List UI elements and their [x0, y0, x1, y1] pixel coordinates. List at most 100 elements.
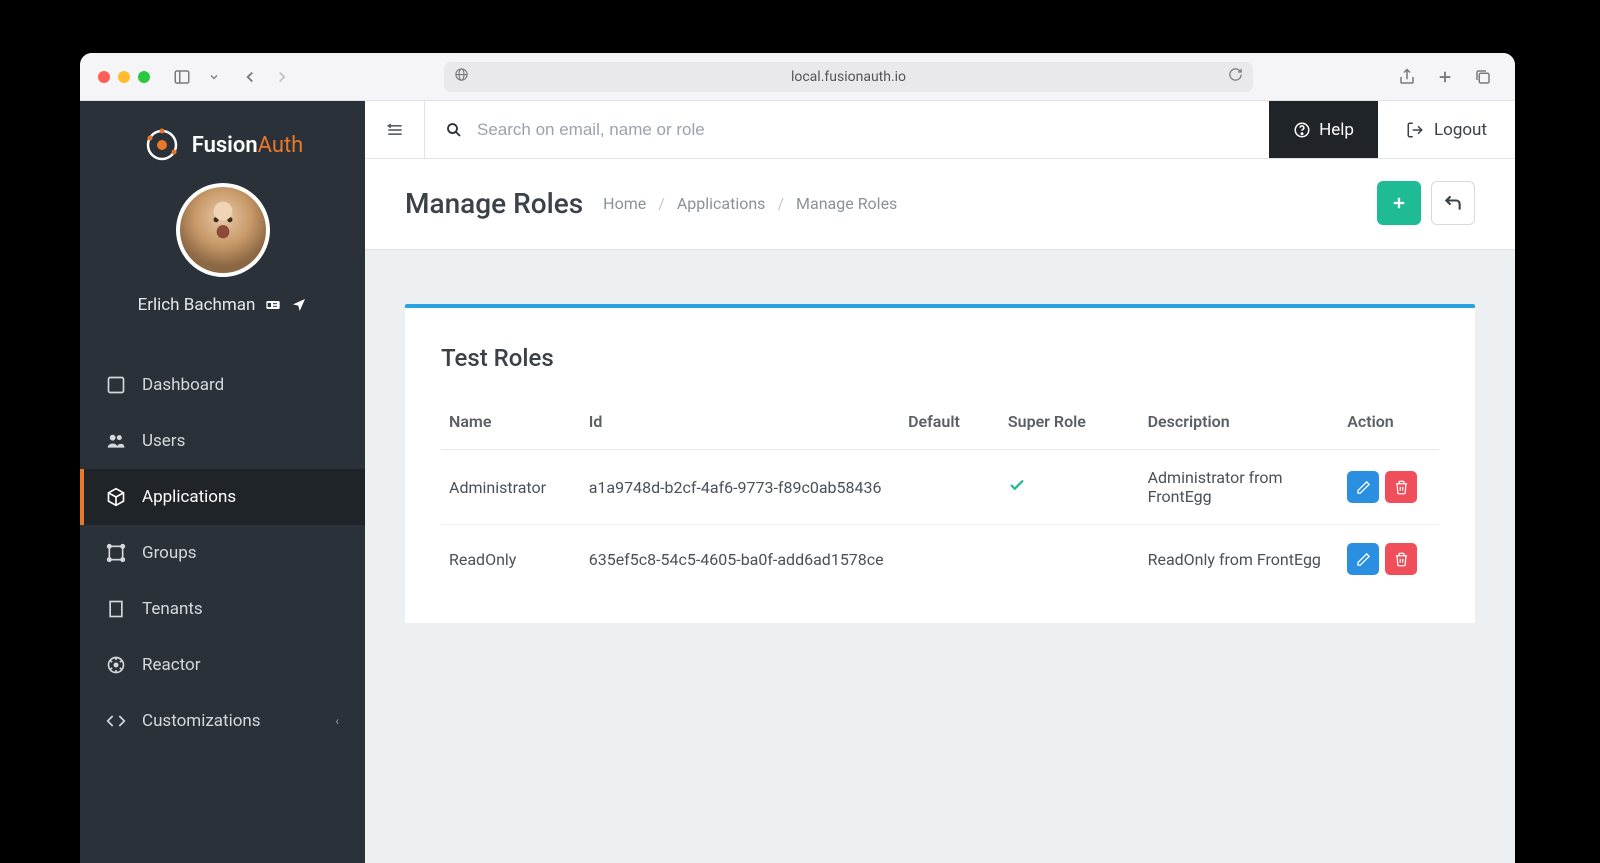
browser-window: local.fusionauth.io FusionAuth	[80, 53, 1515, 863]
help-icon	[1293, 121, 1311, 139]
add-button[interactable]	[1377, 181, 1421, 225]
edit-icon	[1356, 552, 1371, 567]
sidebar-item-users[interactable]: Users	[80, 413, 365, 469]
roles-card: Test Roles Name Id Default Super Role De…	[405, 304, 1475, 623]
cell-name: Administrator	[441, 450, 581, 525]
help-button[interactable]: Help	[1269, 101, 1378, 158]
breadcrumb-applications[interactable]: Applications	[677, 194, 766, 213]
col-super: Super Role	[1000, 400, 1140, 450]
search-wrap	[425, 120, 1269, 140]
delete-button[interactable]	[1385, 543, 1417, 575]
sidebar-collapse-button[interactable]	[365, 101, 425, 158]
sidebar-item-label: Reactor	[142, 655, 201, 675]
sidebar-item-label: Dashboard	[142, 375, 224, 395]
id-card-icon[interactable]	[265, 297, 281, 313]
close-window-icon[interactable]	[98, 71, 110, 83]
dashboard-icon	[106, 375, 126, 395]
undo-icon	[1443, 193, 1463, 213]
edit-icon	[1356, 480, 1371, 495]
tabs-icon[interactable]	[1469, 63, 1497, 91]
cell-desc: ReadOnly from FrontEgg	[1140, 525, 1340, 594]
cell-default	[900, 525, 1000, 594]
traffic-lights	[98, 71, 150, 83]
chevron-down-icon[interactable]	[200, 63, 228, 91]
app-root: FusionAuth Erlich Bachman Dashboard User…	[80, 101, 1515, 863]
back-button[interactable]	[1431, 181, 1475, 225]
users-icon	[106, 431, 126, 451]
sidebar-toggle-icon[interactable]	[168, 63, 196, 91]
help-label: Help	[1319, 120, 1354, 140]
sidebar-item-label: Groups	[142, 543, 197, 563]
logout-label: Logout	[1434, 120, 1487, 140]
header-actions	[1377, 181, 1475, 225]
nav: Dashboard Users Applications Groups Tena…	[80, 357, 365, 749]
cell-id: 635ef5c8-54c5-4605-ba0f-add6ad1578ce	[581, 525, 900, 594]
new-tab-icon[interactable]	[1431, 63, 1459, 91]
share-icon[interactable]	[1393, 63, 1421, 91]
sidebar-item-customizations[interactable]: Customizations ‹	[80, 693, 365, 749]
sidebar: FusionAuth Erlich Bachman Dashboard User…	[80, 101, 365, 863]
reactor-icon	[106, 655, 126, 675]
applications-icon	[106, 487, 126, 507]
cell-default	[900, 450, 1000, 525]
username-text: Erlich Bachman	[138, 295, 256, 315]
roles-table: Name Id Default Super Role Description A…	[441, 400, 1439, 593]
breadcrumb-home[interactable]: Home	[603, 194, 646, 213]
chevron-left-icon: ‹	[335, 714, 339, 728]
col-name: Name	[441, 400, 581, 450]
check-icon	[1008, 479, 1026, 498]
breadcrumb-separator: /	[658, 194, 665, 213]
sidebar-item-reactor[interactable]: Reactor	[80, 637, 365, 693]
edit-button[interactable]	[1347, 471, 1379, 503]
cell-name: ReadOnly	[441, 525, 581, 594]
col-desc: Description	[1140, 400, 1340, 450]
location-arrow-icon[interactable]	[291, 297, 307, 313]
search-icon	[445, 121, 463, 139]
sidebar-item-groups[interactable]: Groups	[80, 525, 365, 581]
cell-id: a1a9748d-b2cf-4af6-9773-f89c0ab58436	[581, 450, 900, 525]
nav-forward-icon[interactable]	[268, 63, 296, 91]
delete-button[interactable]	[1385, 471, 1417, 503]
col-id: Id	[581, 400, 900, 450]
table-row: Administrator a1a9748d-b2cf-4af6-9773-f8…	[441, 450, 1439, 525]
sidebar-item-label: Users	[142, 431, 185, 451]
logout-button[interactable]: Logout	[1378, 101, 1515, 158]
username: Erlich Bachman	[138, 295, 308, 315]
brand-name: FusionAuth	[192, 133, 304, 158]
logo-mark-icon	[142, 125, 182, 165]
page-header: Manage Roles Home / Applications / Manag…	[365, 159, 1515, 250]
edit-button[interactable]	[1347, 543, 1379, 575]
url-text: local.fusionauth.io	[791, 69, 906, 85]
avatar[interactable]	[176, 183, 270, 277]
tenants-icon	[106, 599, 126, 619]
trash-icon	[1394, 480, 1409, 495]
topbar: Help Logout	[365, 101, 1515, 159]
sidebar-item-dashboard[interactable]: Dashboard	[80, 357, 365, 413]
profile-block: Erlich Bachman	[80, 183, 365, 335]
minimize-window-icon[interactable]	[118, 71, 130, 83]
table-header-row: Name Id Default Super Role Description A…	[441, 400, 1439, 450]
groups-icon	[106, 543, 126, 563]
brand-logo: FusionAuth	[80, 101, 365, 183]
page-title: Manage Roles	[405, 187, 583, 220]
sidebar-item-label: Applications	[142, 487, 236, 507]
table-row: ReadOnly 635ef5c8-54c5-4605-ba0f-add6ad1…	[441, 525, 1439, 594]
cell-desc: Administrator from FrontEgg	[1140, 450, 1340, 525]
card-title: Test Roles	[441, 344, 1439, 372]
sidebar-item-label: Customizations	[142, 711, 261, 731]
sidebar-item-applications[interactable]: Applications	[80, 469, 365, 525]
sidebar-item-label: Tenants	[142, 599, 203, 619]
main: Help Logout Manage Roles Home / Applicat…	[365, 101, 1515, 863]
breadcrumb-current: Manage Roles	[796, 194, 897, 213]
titlebar: local.fusionauth.io	[80, 53, 1515, 101]
fullscreen-window-icon[interactable]	[138, 71, 150, 83]
url-bar[interactable]: local.fusionauth.io	[444, 62, 1253, 92]
sidebar-item-tenants[interactable]: Tenants	[80, 581, 365, 637]
customizations-icon	[106, 711, 126, 731]
search-input[interactable]	[477, 120, 1249, 140]
refresh-icon[interactable]	[1228, 67, 1243, 86]
cell-actions	[1339, 525, 1439, 594]
nav-back-icon[interactable]	[236, 63, 264, 91]
breadcrumb: Home / Applications / Manage Roles	[603, 194, 897, 213]
col-action: Action	[1339, 400, 1439, 450]
